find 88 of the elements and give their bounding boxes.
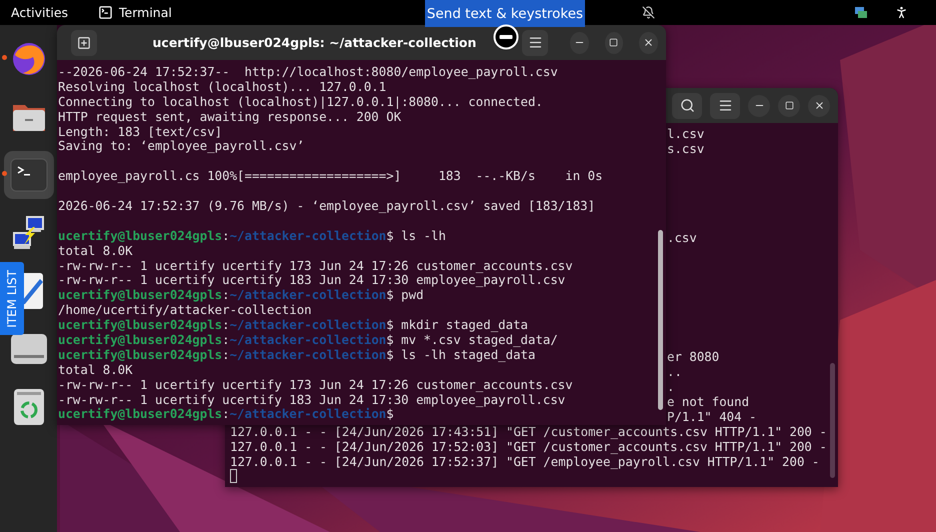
prompt-path: ~/attacker-collection — [230, 318, 386, 334]
app-name[interactable]: Terminal — [119, 5, 172, 20]
terminal-output-line: 127.0.0.1 - - [24/Jun/2026 17:43:51] "GET /customer_accounts.csv HTTP/1.1" 200 - — [230, 424, 827, 440]
terminal-output-line: .. — [667, 365, 682, 380]
maximize-button[interactable] — [604, 32, 624, 54]
prompt-sign: $ — [386, 288, 394, 304]
prompt-separator: : — [222, 228, 230, 244]
browser-icon — [10, 41, 46, 77]
menu-icon — [718, 98, 732, 113]
prompt-user: ucertify@lbuser024gpls — [58, 407, 222, 422]
prompt-user: ucertify@lbuser024gpls — [58, 318, 222, 334]
prompt-sign: $ — [386, 228, 394, 244]
search-icon — [680, 98, 694, 113]
terminal-output-line: employee_payroll.cs 100%[===================>] 183 --.-KB/s in 0s — [58, 169, 603, 184]
prompt-separator: : — [222, 348, 230, 363]
close-icon — [643, 37, 654, 48]
terminal-output-line: Resolving localhost (localhost)... 127.0.0.1 — [58, 80, 386, 95]
prompt-path: ~/attacker-collection — [230, 348, 386, 363]
terminal-output-line: -rw-rw-r-- 1 ucertify ucertify 173 Jun 24 17:26 customer_accounts.csv — [58, 378, 573, 393]
terminal-output-line: s.csv — [667, 142, 704, 157]
scrollbar[interactable] — [830, 363, 835, 478]
drive-icon — [10, 333, 48, 365]
terminal-output-line: -rw-rw-r-- 1 ucertify ucertify 183 Jun 24 17:30 employee_payroll.csv — [58, 392, 566, 408]
terminal-output-line: 2026-06-24 17:52:37 (9.76 MB/s) - ‘employee_payroll.csv’ saved [183/183] — [58, 199, 596, 214]
terminal-command: mv *.csv staged_data/ — [400, 333, 558, 348]
terminal-output-line: l.csv — [667, 127, 704, 142]
terminal-output-line: Saving to: ‘employee_payroll.csv’ — [58, 139, 304, 154]
network-computers-icon — [10, 215, 46, 251]
terminal-output-line: HTTP request sent, awaiting response... 200 OK — [58, 110, 402, 125]
terminal-output-line: total 8.0K — [58, 244, 133, 259]
terminal-output-line: -rw-rw-r-- 1 ucertify ucertify 173 Jun 24 17:26 customer_accounts.csv — [58, 258, 573, 274]
menu-button[interactable] — [522, 30, 548, 56]
prompt-sign: $ — [386, 407, 394, 422]
prompt-user: ucertify@lbuser024gpls — [58, 348, 222, 363]
prompt-user: ucertify@lbuser024gpls — [58, 333, 222, 348]
terminal-output-line: Length: 183 [text/csv] — [58, 124, 222, 140]
network-icon[interactable] — [854, 6, 868, 20]
terminal-output-line: . — [667, 380, 674, 396]
terminal-command: ls -lh — [400, 228, 446, 244]
terminal-output-line: er 8080 — [667, 350, 720, 366]
window-title: ucertify@lbuser024gpls: ~/attacker-collection — [152, 35, 476, 50]
send-keystrokes-tooltip[interactable]: Send text & keystrokes — [425, 0, 585, 27]
prompt-path: ~/attacker-collection — [230, 228, 386, 244]
terminal-output-line: 127.0.0.1 - - [24/Jun/2026 17:52:37] "GET /employee_payroll.csv HTTP/1.1" 200 - — [230, 454, 820, 470]
prompt-sign: $ — [386, 348, 394, 363]
prompt-path: ~/attacker-collection — [230, 288, 386, 304]
terminal-output-line: .csv — [667, 231, 697, 246]
menu-button[interactable] — [710, 92, 740, 118]
terminal-output-line: 127.0.0.1 - - [24/Jun/2026 17:52:03] "GET /customer_accounts.csv HTTP/1.1" 200 - — [230, 440, 827, 455]
prompt-path: ~/attacker-collection — [230, 333, 386, 348]
terminal-app-icon — [98, 5, 114, 20]
terminal-output-line: --2026-06-24 17:52:37-- http://localhost:8080/employee_payroll.csv — [58, 65, 558, 80]
terminal-command: ls -lh staged_data — [400, 348, 536, 363]
prompt-separator: : — [222, 333, 230, 348]
prompt-user: ucertify@lbuser024gpls — [58, 288, 222, 304]
accessibility-icon[interactable] — [894, 5, 909, 20]
search-button[interactable] — [672, 92, 702, 118]
maximize-icon — [784, 101, 794, 110]
prompt-sign: $ — [386, 333, 394, 348]
terminal-output-line: P/1.1" 404 - — [667, 410, 757, 425]
terminal-command: mkdir staged_data — [400, 318, 528, 334]
menu-icon — [528, 35, 543, 50]
prompt-separator: : — [222, 407, 230, 422]
terminal-output-line: e not found — [667, 395, 750, 410]
close-button[interactable] — [808, 94, 830, 116]
new-tab-icon — [76, 36, 91, 50]
prompt-user: ucertify@lbuser024gpls — [58, 228, 222, 244]
prompt-separator: : — [222, 318, 230, 334]
activities-button[interactable]: Activities — [11, 5, 68, 20]
item-list-menu[interactable]: ITEM LIST — [0, 262, 24, 335]
bell-off-icon[interactable] — [642, 6, 655, 19]
terminal-command: pwd — [400, 288, 424, 304]
maximize-icon — [609, 38, 618, 47]
item-list-label: ITEM LIST — [5, 270, 19, 328]
prompt-path: ~/attacker-collection — [230, 407, 386, 422]
prompt-sign: $ — [386, 318, 394, 334]
new-tab-button[interactable] — [71, 30, 97, 56]
close-icon — [814, 100, 824, 111]
prompt-separator: : — [222, 288, 230, 304]
maximize-button[interactable] — [778, 94, 800, 116]
terminal-output-line: total 8.0K — [58, 362, 133, 378]
scrollbar[interactable] — [658, 230, 663, 410]
terminal-icon — [10, 158, 48, 192]
terminal-output-line: Connecting to localhost (localhost)|127.0.0.1|:8080... connected. — [58, 94, 543, 110]
terminal-output-line: -rw-rw-r-- 1 ucertify ucertify 183 Jun 24 17:30 employee_payroll.csv — [58, 273, 566, 288]
trash-icon — [12, 388, 44, 426]
close-button[interactable] — [639, 32, 658, 54]
terminal-output-line: /home/ucertify/attacker-collection — [58, 303, 312, 318]
